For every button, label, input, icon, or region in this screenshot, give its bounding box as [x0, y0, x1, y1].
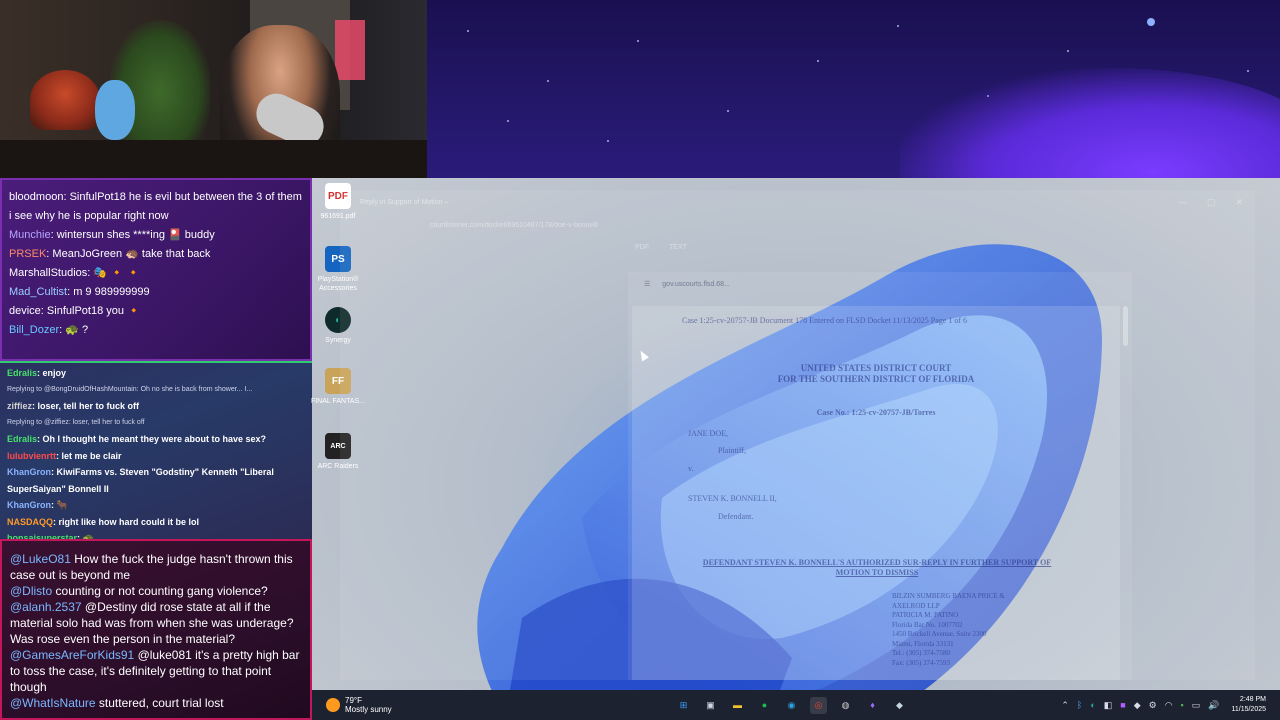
versus: v.: [688, 464, 694, 473]
app-purple-icon[interactable]: ♦: [864, 697, 881, 714]
defendant-role: Defendant.: [718, 512, 754, 521]
court-heading: UNITED STATES DISTRICT COURT FOR THE SOU…: [777, 363, 975, 384]
chat-message-continued: SuperSaiyan" Bonnell II: [7, 483, 109, 494]
chat-message: NASDAQQ: right like how hard could it be…: [7, 516, 200, 527]
file-explorer-icon[interactable]: ▬: [729, 697, 746, 714]
menu-icon[interactable]: ☰: [644, 280, 650, 288]
weather-widget[interactable]: 79°F Mostly sunny: [312, 696, 512, 714]
browser-tab-bar: Reply in Support of Motion – — ▢ ✕: [340, 190, 1255, 214]
network-icon[interactable]: ◧: [1104, 700, 1113, 711]
chat-message: ziffiez: loser, tell her to fuck off: [7, 401, 140, 411]
chat-panel-bottom: @LukeO81 How the fuck the judge hasn't t…: [0, 539, 312, 720]
chat-message: Edralis: enjoy: [7, 368, 67, 378]
taskbar-apps: ⊞ ▣ ▬ ● ◉ ◎ ◍ ♦ ◆: [675, 696, 908, 714]
pdf-page: Case 1:25-cv-20757-JB Document 178 Enter…: [632, 306, 1120, 680]
close-icon[interactable]: ✕: [1235, 197, 1243, 208]
reply-context: Replying to @ziffiez: loser, tell her to…: [7, 418, 145, 426]
docket-header: Case 1:25-cv-20757-JB Document 178 Enter…: [682, 316, 967, 325]
tab-text[interactable]: TEXT: [669, 244, 687, 251]
address-bar[interactable]: courtlistener.com/docket/69610487/178/do…: [350, 214, 1245, 236]
steam-tray-icon[interactable]: ◆: [1134, 700, 1141, 711]
chat-message: MarshallStudios: 🎭 🔸 🔸: [9, 267, 141, 279]
clock-date: 11/15/2025: [1231, 706, 1266, 713]
chat-message: device: SinfulPot18 you 🔸: [9, 305, 141, 317]
chat-message: @GamesAreForKids91 @luke081 it's a prett…: [10, 648, 300, 694]
chat-message: bloodmoon: SinfulPot18 he is evil but be…: [9, 191, 302, 222]
minimize-icon[interactable]: —: [1178, 197, 1187, 208]
planet-dot: [1147, 18, 1155, 26]
chat-panel-top: bloodmoon: SinfulPot18 he is evil but be…: [0, 178, 312, 361]
bluetooth-icon[interactable]: ᛒ: [1077, 700, 1082, 710]
window-controls: — ▢ ✕: [1178, 197, 1255, 208]
chat-message: @LukeO81 How the fuck the judge hasn't t…: [10, 552, 293, 582]
chrome-icon[interactable]: ◎: [810, 696, 827, 714]
weather-temp: 79°F: [345, 696, 362, 705]
viewer-tabs: PDF TEXT: [340, 236, 1255, 258]
taskbar: 79°F Mostly sunny ⊞ ▣ ▬ ● ◉ ◎ ◍ ♦ ◆ ⌃ ᛒ …: [312, 690, 1280, 720]
chat-message: @WhatIsNature stuttered, court trial los…: [10, 696, 224, 710]
settings-tray-icon[interactable]: ⚙: [1149, 700, 1157, 711]
document-title: DEFENDANT STEVEN K. BONNELL'S AUTHORIZED…: [702, 558, 1052, 577]
chat-message: Munchie: wintersun shes ****ing 🎴 buddy: [9, 229, 215, 241]
clock-time: 2:48 PM: [1239, 696, 1266, 703]
tab-pdf[interactable]: PDF: [635, 244, 649, 251]
windows-start-icon[interactable]: ⊞: [675, 697, 692, 714]
case-number: Case No.: 1:25-cv-20757-JB/Torres: [816, 408, 936, 417]
sun-icon: [326, 698, 340, 712]
chat-message: PRSEK: MeanJoGreen 🦔 take that back: [9, 248, 211, 260]
spotify-icon[interactable]: ●: [756, 697, 773, 714]
space-backdrop: [427, 0, 1280, 178]
edge-icon[interactable]: ◉: [783, 697, 800, 714]
synergy-tray-icon[interactable]: ◐: [1090, 700, 1095, 710]
nvidia-icon[interactable]: ▪: [1181, 700, 1184, 710]
stream-layout: bloodmoon: SinfulPot18 he is evil but be…: [0, 0, 1280, 720]
pdf-viewer: ☰ gov.uscourts.flsd.68... Case 1:25-cv-2…: [628, 272, 1132, 680]
steam-icon[interactable]: ◆: [891, 697, 908, 714]
chat-panel-middle: Edralis: enjoy Replying to @BongDruidOfH…: [0, 361, 312, 539]
chat-message: Edralis: Oh I thought he meant they were…: [7, 434, 267, 444]
browser-tab[interactable]: Reply in Support of Motion –: [354, 193, 474, 211]
chat-message: KhanGron: KiwiFarms vs. Steven "Godstiny…: [7, 467, 274, 477]
chat-message: bonsaisuperstar: 🐢: [7, 533, 94, 539]
app-tray-icon[interactable]: ■: [1120, 700, 1125, 710]
chat-message: lulubvienrtt: let me be clair: [7, 450, 122, 461]
wifi-icon[interactable]: ◠: [1165, 700, 1173, 711]
pdf-scrollbar[interactable]: [1123, 306, 1128, 346]
nebula-cloud: [900, 68, 1280, 178]
chat-message: KhanGron: 🐂: [7, 500, 68, 510]
plaintiff-role: Plaintiff,: [718, 446, 747, 455]
pdf-title: gov.uscourts.flsd.68...: [662, 280, 730, 288]
speaker-icon[interactable]: 🔊: [1208, 700, 1219, 711]
weather-desc: Mostly sunny: [345, 705, 392, 714]
maximize-icon[interactable]: ▢: [1207, 197, 1216, 208]
reply-context: Replying to @BongDruidOfHashMountain: Oh…: [7, 385, 253, 393]
chat-message: @Dlisto counting or not counting gang vi…: [10, 584, 268, 598]
law-firm-block: BILZIN SUMBERG BAENA PRICE & AXELROD LLP…: [892, 592, 1005, 667]
chat-message: @alanh.2537 @Destiny did rose state at a…: [10, 600, 294, 646]
task-view-icon[interactable]: ▣: [702, 697, 719, 714]
defendant-name: STEVEN K. BONNELL II,: [688, 494, 777, 503]
system-tray: ⌃ ᛒ ◐ ◧ ■ ◆ ⚙ ◠ ▪ ▭ 🔊 2:48 PM 11/15/2025: [1061, 695, 1280, 715]
plaintiff-name: JANE DOE,: [688, 429, 728, 438]
chat-message: Bill_Dozer: 🐢 ?: [9, 324, 89, 336]
display-icon[interactable]: ▭: [1192, 700, 1201, 711]
clock[interactable]: 2:48 PM 11/15/2025: [1231, 695, 1266, 715]
pdf-toolbar: ☰ gov.uscourts.flsd.68...: [628, 272, 1132, 296]
chevron-up-icon[interactable]: ⌃: [1061, 700, 1069, 711]
chat-message: Mad_Cultist: m 9 989999999: [9, 286, 150, 298]
obs-icon[interactable]: ◍: [837, 697, 854, 714]
webcam-feed: [0, 0, 427, 178]
